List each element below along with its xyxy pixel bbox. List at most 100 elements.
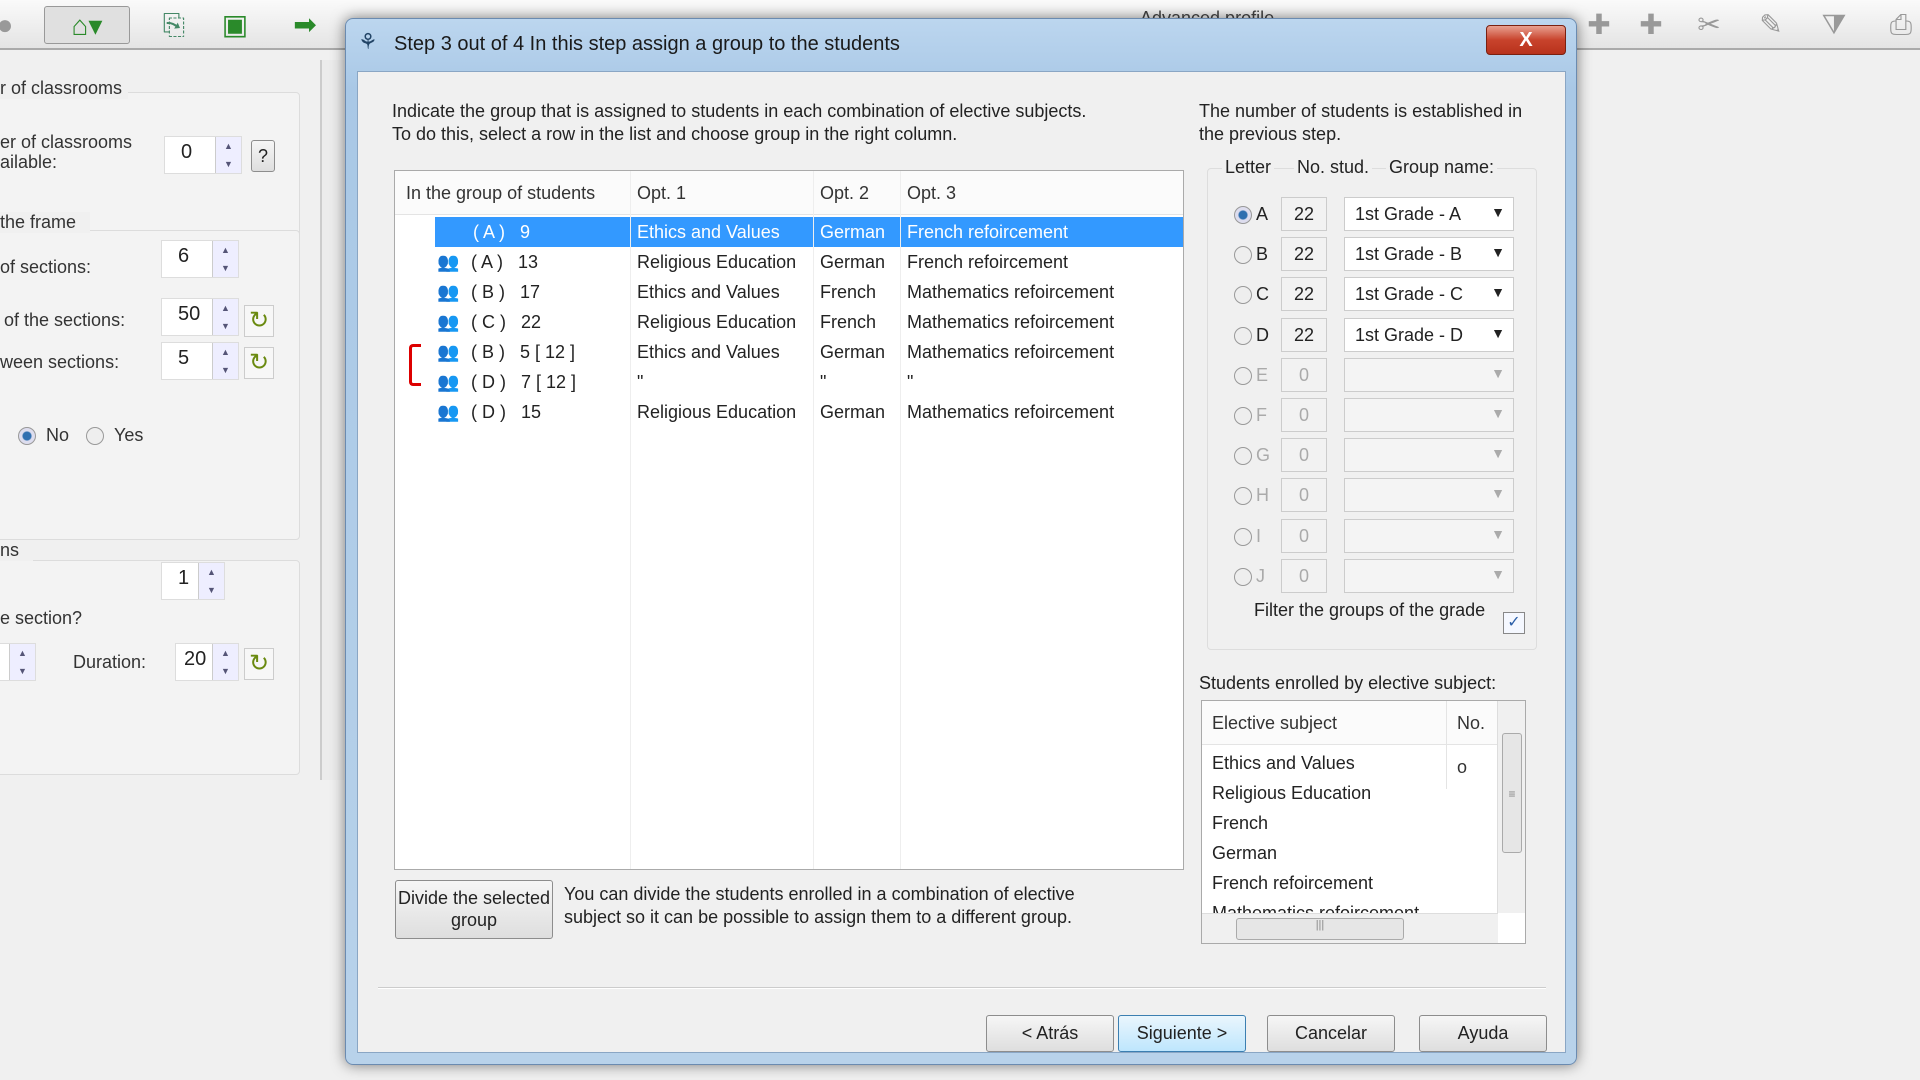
- group-letter: F: [1256, 405, 1267, 425]
- column-header[interactable]: Opt. 1: [637, 171, 686, 215]
- group-icon: 👥: [437, 312, 459, 332]
- save-icon[interactable]: ▣: [216, 6, 254, 44]
- group-name-value: 1st Grade - A: [1355, 204, 1462, 224]
- horizontal-scrollbar[interactable]: |||: [1202, 913, 1498, 943]
- list-item[interactable]: Ethics and Values: [1212, 749, 1492, 779]
- opt3-cell: French refoircement: [901, 217, 1183, 247]
- cancel-button[interactable]: Cancelar: [1267, 1015, 1395, 1052]
- filter-checkbox[interactable]: ✓: [1503, 612, 1525, 634]
- group-radio[interactable]: [1234, 487, 1252, 506]
- add-icon[interactable]: ✚: [1580, 6, 1618, 44]
- spin-arrows[interactable]: ▲ ▼: [9, 644, 35, 680]
- group-name-select[interactable]: ▼: [1344, 398, 1514, 432]
- column-header[interactable]: In the group of students: [406, 171, 595, 215]
- splitter[interactable]: [320, 60, 344, 780]
- refresh-icon[interactable]: ↻: [244, 347, 274, 379]
- group-radio[interactable]: [1234, 407, 1252, 425]
- radio-no[interactable]: [18, 427, 36, 445]
- group-letter: H: [1256, 485, 1269, 506]
- radio-yes[interactable]: [86, 427, 104, 445]
- table-row[interactable]: 👥 ( D ) 7 [ 12 ] " " ": [395, 367, 1183, 397]
- scroll-thumb[interactable]: |||: [1236, 918, 1404, 940]
- chevron-down-icon: ▼: [1491, 204, 1505, 220]
- group-name-select[interactable]: ▼: [1344, 518, 1514, 553]
- back-button[interactable]: < Atrás: [986, 1015, 1114, 1052]
- group-radio[interactable]: [1234, 286, 1252, 305]
- group-radio[interactable]: [1234, 567, 1252, 586]
- group-radio[interactable]: [1234, 206, 1252, 224]
- table-row[interactable]: 👥 ( C ) 22 Religious Education French Ma…: [395, 307, 1183, 337]
- group-name-select[interactable]: ▼: [1344, 438, 1514, 473]
- list-item[interactable]: Religious Education: [1212, 779, 1492, 809]
- export-icon[interactable]: ➡: [286, 6, 324, 44]
- group-radio[interactable]: [1234, 447, 1252, 466]
- next-button[interactable]: Siguiente >: [1118, 1015, 1246, 1052]
- help-button[interactable]: Ayuda: [1419, 1015, 1547, 1052]
- table-row[interactable]: 👥 ( A ) 9 Ethics and Values German Frenc…: [395, 217, 1183, 247]
- add-multiple-icon[interactable]: ✚: [1632, 6, 1670, 44]
- help-button[interactable]: ?: [251, 140, 275, 172]
- spin-arrows[interactable]: ▲ ▼: [212, 241, 238, 277]
- edit-icon[interactable]: ✎: [1752, 6, 1790, 44]
- table-row[interactable]: 👥 ( B ) 17 Ethics and Values French Math…: [395, 277, 1183, 307]
- vertical-scrollbar[interactable]: ≡: [1497, 701, 1525, 913]
- spin-arrows[interactable]: ▲ ▼: [198, 563, 224, 599]
- group-name-select[interactable]: ▼: [1344, 558, 1514, 593]
- home-button[interactable]: ⌂▾: [44, 6, 130, 44]
- group-radio[interactable]: [1234, 366, 1252, 385]
- refresh-icon[interactable]: ↻: [244, 648, 274, 680]
- sections-value: 6: [178, 245, 190, 267]
- letter-header: Letter: [1222, 157, 1275, 178]
- scroll-thumb[interactable]: ≡: [1502, 733, 1522, 853]
- column-header[interactable]: Opt. 2: [820, 171, 869, 215]
- group-name-select[interactable]: 1st Grade - D ▼: [1344, 317, 1514, 352]
- left-spinner[interactable]: ▲ ▼: [0, 643, 36, 681]
- between-value: 5: [178, 347, 190, 369]
- sections-spinner[interactable]: 6 ▲ ▼: [161, 240, 239, 278]
- group-letter: G: [1256, 445, 1271, 466]
- attach-icon[interactable]: ⎘: [155, 6, 193, 44]
- student-number: 0: [1281, 398, 1327, 432]
- group-name-select[interactable]: 1st Grade - A ▼: [1344, 197, 1514, 231]
- group-name-select[interactable]: 1st Grade - B ▼: [1344, 237, 1514, 272]
- back-icon[interactable]: ●: [0, 6, 24, 44]
- opt2-cell: French: [820, 312, 877, 332]
- group-name-select[interactable]: 1st Grade - C ▼: [1344, 277, 1514, 312]
- spin-arrows[interactable]: ▲ ▼: [212, 644, 238, 680]
- divide-group-button[interactable]: Divide the selected group: [395, 880, 553, 939]
- sessions-spinner[interactable]: 1 ▲ ▼: [161, 562, 225, 600]
- table-row[interactable]: 👥 ( D ) 15 Religious Education German Ma…: [395, 397, 1183, 427]
- column-header[interactable]: Elective subject: [1212, 701, 1337, 745]
- table-row[interactable]: 👥 ( B ) 5 [ 12 ] Ethics and Values Germa…: [395, 337, 1183, 367]
- enrolled-list[interactable]: Elective subject No. o Ethics and Values…: [1201, 700, 1526, 944]
- list-item[interactable]: French refoircement: [1212, 869, 1492, 899]
- spin-arrows[interactable]: ▲ ▼: [215, 137, 241, 173]
- group-icon: 👥: [437, 402, 459, 422]
- groups-table[interactable]: In the group of students Opt. 1 Opt. 2 O…: [394, 170, 1184, 870]
- spin-arrows[interactable]: ▲ ▼: [212, 343, 238, 379]
- chevron-down-icon: ▼: [1491, 244, 1505, 261]
- column-header[interactable]: Opt. 3: [907, 171, 956, 215]
- group-radio[interactable]: [1234, 326, 1252, 345]
- close-button[interactable]: X: [1486, 25, 1566, 55]
- duration-spinner[interactable]: 50 ▲ ▼: [161, 298, 239, 336]
- refresh-icon[interactable]: ↻: [244, 305, 274, 337]
- group-radio[interactable]: [1234, 246, 1252, 265]
- list-item[interactable]: German: [1212, 839, 1492, 869]
- group-radio[interactable]: [1234, 527, 1252, 546]
- group-name-select[interactable]: ▼: [1344, 357, 1514, 392]
- student-number: 22: [1281, 277, 1327, 312]
- group-letter: A: [1256, 204, 1269, 224]
- cut-icon[interactable]: ✂: [1690, 6, 1728, 44]
- table-row[interactable]: 👥 ( A ) 13 Religious Education German Fr…: [395, 247, 1183, 277]
- filter-icon[interactable]: ⧩: [1815, 6, 1853, 44]
- filter-label: Filter the groups of the grade: [1254, 600, 1486, 620]
- duration2-spinner[interactable]: 20 ▲ ▼: [175, 643, 239, 681]
- group-name-select[interactable]: ▼: [1344, 478, 1514, 513]
- classrooms-spinner[interactable]: 0 ▲ ▼: [164, 136, 242, 174]
- list-item[interactable]: French: [1212, 809, 1492, 839]
- between-spinner[interactable]: 5 ▲ ▼: [161, 342, 239, 380]
- print-icon[interactable]: ⎙: [1882, 6, 1920, 44]
- spin-arrows[interactable]: ▲ ▼: [212, 299, 238, 335]
- group-letter: C: [1256, 284, 1269, 305]
